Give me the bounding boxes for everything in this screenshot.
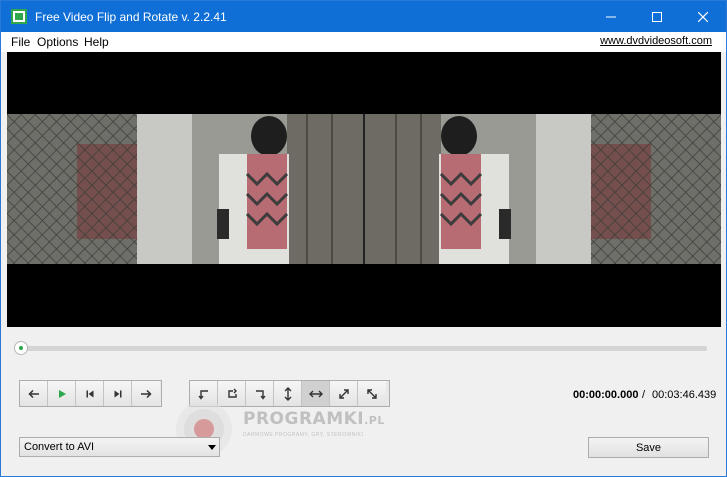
save-button[interactable]: Save <box>588 437 709 458</box>
maximize-button[interactable] <box>634 1 680 32</box>
time-separator: / <box>642 389 646 401</box>
skip-end-icon <box>114 390 121 397</box>
website-link[interactable]: www.dvdvideosoft.com <box>600 35 712 47</box>
watermark-subtitle: DARMOWE PROGRAMY, GRY, STEROWNIKI <box>243 432 364 438</box>
menu-options[interactable]: Options <box>37 35 78 49</box>
play-button[interactable] <box>48 381 76 406</box>
menu-file[interactable]: File <box>11 35 30 49</box>
output-format-value: Convert to AVI <box>24 441 95 453</box>
navigation-toolbar <box>19 380 162 407</box>
menu-bar: File Options Help www.dvdvideosoft.com <box>1 32 726 52</box>
go-to-end-button[interactable] <box>104 381 132 406</box>
video-frame-original <box>7 114 363 264</box>
rotate-left-icon <box>197 389 208 400</box>
menu-help[interactable]: Help <box>84 35 109 49</box>
diagonal-shrink-icon <box>367 388 377 399</box>
output-format-dropdown[interactable]: Convert to AVI <box>19 437 220 457</box>
video-preview <box>7 52 721 327</box>
app-icon <box>11 9 27 24</box>
close-icon <box>698 11 708 22</box>
app-window: Free Video Flip and Rotate v. 2.2.41 Fil… <box>0 0 727 477</box>
arrow-right-icon <box>141 389 152 398</box>
close-button[interactable] <box>680 1 726 32</box>
seek-handle[interactable] <box>14 341 28 355</box>
diagonal-expand-icon <box>338 388 349 399</box>
next-frame-button[interactable] <box>132 381 160 406</box>
flip-horizontal-icon <box>308 390 323 397</box>
arrow-left-icon <box>27 389 39 398</box>
rotate-right-icon <box>227 388 237 398</box>
seek-bar[interactable] <box>19 346 707 351</box>
previous-frame-button[interactable] <box>20 381 48 406</box>
window-title: Free Video Flip and Rotate v. 2.2.41 <box>35 10 227 24</box>
video-frame-flipped <box>365 114 721 264</box>
skip-start-icon <box>86 390 93 397</box>
minimize-icon <box>606 16 616 17</box>
current-time: 00:00:00.000 <box>573 389 639 401</box>
title-bar[interactable]: Free Video Flip and Rotate v. 2.2.41 <box>1 1 726 32</box>
turn-down-icon <box>255 389 266 400</box>
play-icon <box>58 389 66 398</box>
watermark-title: PROGRAMKI.PL <box>243 409 385 429</box>
dropdown-arrow-icon <box>205 444 219 450</box>
maximize-icon <box>652 11 662 22</box>
total-duration: 00:03:46.439 <box>652 389 717 401</box>
minimize-button[interactable] <box>588 1 634 32</box>
go-to-start-button[interactable] <box>76 381 104 406</box>
